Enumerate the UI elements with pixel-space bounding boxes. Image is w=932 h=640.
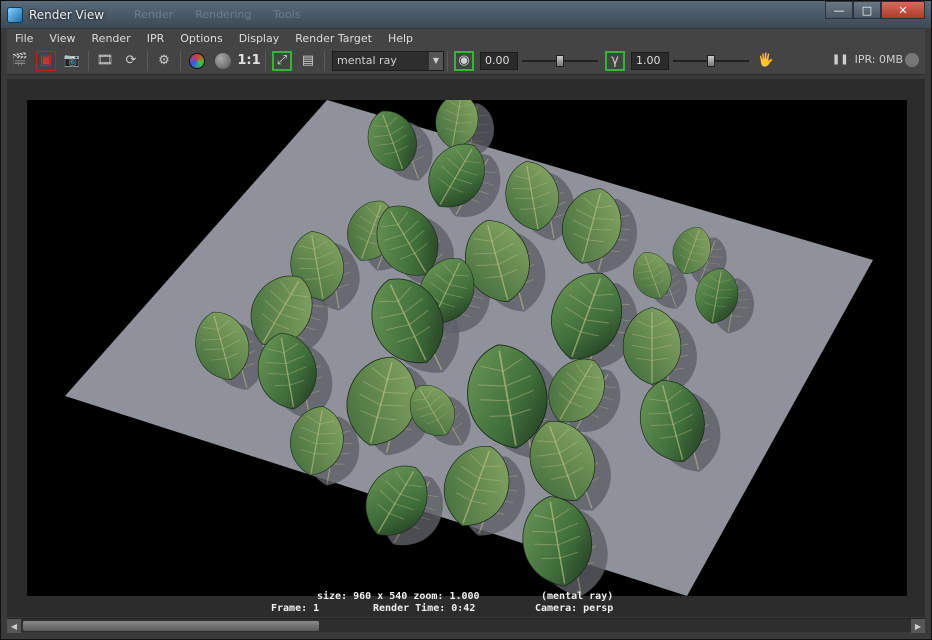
- exposure-icon[interactable]: ◉: [454, 50, 474, 71]
- toolbar-separator: [447, 50, 448, 71]
- menu-ipr[interactable]: IPR: [139, 32, 173, 45]
- exposure-slider-thumb[interactable]: [556, 54, 564, 67]
- size-info: size: 960 x 540 zoom: 1.000: [317, 591, 480, 602]
- ghost-tab: Tools: [273, 8, 301, 21]
- toolbar-separator: [324, 50, 325, 71]
- toolbar-separator: [180, 50, 181, 71]
- snapshot-icon[interactable]: 📷: [62, 51, 82, 71]
- toolbar-separator: [147, 50, 148, 71]
- rgb-channel-icon[interactable]: [187, 51, 207, 71]
- gamma-slider-thumb[interactable]: [707, 54, 715, 67]
- scroll-right-icon[interactable]: ▶: [911, 619, 925, 633]
- camera-info: Camera: persp: [535, 603, 614, 614]
- chevron-down-icon[interactable]: ▼: [429, 51, 443, 70]
- window-title: Render View: [29, 7, 105, 22]
- rendered-image: [27, 100, 907, 596]
- render-scene: [27, 100, 907, 596]
- ipr-indicator-icon: [905, 53, 919, 67]
- exposure-slider[interactable]: [522, 52, 598, 70]
- refresh-icon[interactable]: ⟳: [121, 51, 141, 71]
- toolbar: 🎬 ▣ 📷 🎞 ⟳ ⚙ 1:1 ⤢ ▤ mental ray ▼ ◉ 0.00 …: [7, 47, 925, 75]
- render-settings-icon[interactable]: ⚙: [154, 51, 174, 71]
- ipr-status: ❚❚ IPR: 0MB: [832, 53, 903, 66]
- render-region-icon[interactable]: ▣: [36, 50, 56, 71]
- toolbar-separator: [265, 50, 266, 71]
- render-time-info: Render Time: 0:42: [373, 603, 476, 614]
- scrollbar-thumb[interactable]: [23, 621, 319, 631]
- minimize-button[interactable]: —: [825, 1, 853, 19]
- menu-options[interactable]: Options: [172, 32, 230, 45]
- renderer-dropdown[interactable]: mental ray ▼: [332, 50, 444, 71]
- renderer-info: (mental ray): [541, 591, 614, 602]
- maximize-button[interactable]: □: [853, 1, 881, 19]
- app-icon: [7, 6, 23, 23]
- menu-render-target[interactable]: Render Target: [287, 32, 380, 45]
- pause-icon[interactable]: ❚❚: [832, 54, 849, 65]
- ipr-memory-label: IPR: 0MB: [854, 53, 903, 66]
- menu-display[interactable]: Display: [231, 32, 288, 45]
- gamma-slider[interactable]: [673, 52, 749, 70]
- background-tabs: Render Rendering Tools: [134, 8, 300, 21]
- title-bar[interactable]: Render View Render Rendering Tools — □ ✕: [1, 1, 931, 28]
- alpha-channel-icon[interactable]: [213, 51, 233, 71]
- redo-render-icon[interactable]: 🎬: [10, 51, 30, 71]
- color-management-icon[interactable]: 🖐: [756, 51, 776, 71]
- menu-bar: File View Render IPR Options Display Ren…: [7, 29, 925, 47]
- render-info-hud: size: 960 x 540 zoom: 1.000 (mental ray)…: [1, 591, 932, 617]
- ghost-tab: Rendering: [195, 8, 252, 21]
- frame-info: Frame: 1: [271, 603, 320, 614]
- ghost-tab: Render: [134, 8, 174, 21]
- close-button[interactable]: ✕: [881, 1, 925, 19]
- real-size-button[interactable]: 1:1: [237, 51, 260, 71]
- display-options-icon[interactable]: ▤: [298, 51, 318, 71]
- window-controls: — □ ✕: [825, 1, 925, 19]
- render-viewport[interactable]: [7, 79, 925, 617]
- exposure-field[interactable]: 0.00: [480, 51, 518, 70]
- menu-help[interactable]: Help: [380, 32, 421, 45]
- frame-image-icon[interactable]: ⤢: [272, 50, 292, 71]
- horizontal-scrollbar[interactable]: ◀ ▶: [7, 618, 925, 633]
- menu-file[interactable]: File: [7, 32, 41, 45]
- scroll-left-icon[interactable]: ◀: [7, 619, 21, 633]
- ipr-render-icon[interactable]: 🎞: [95, 51, 115, 71]
- menu-render[interactable]: Render: [84, 32, 139, 45]
- toolbar-separator: [88, 50, 89, 71]
- renderer-dropdown-value: mental ray: [337, 54, 397, 67]
- gamma-icon[interactable]: γ: [605, 50, 625, 71]
- render-view-window: Render View Render Rendering Tools — □ ✕…: [0, 0, 932, 640]
- menu-view[interactable]: View: [41, 32, 83, 45]
- gamma-field[interactable]: 1.00: [631, 51, 669, 70]
